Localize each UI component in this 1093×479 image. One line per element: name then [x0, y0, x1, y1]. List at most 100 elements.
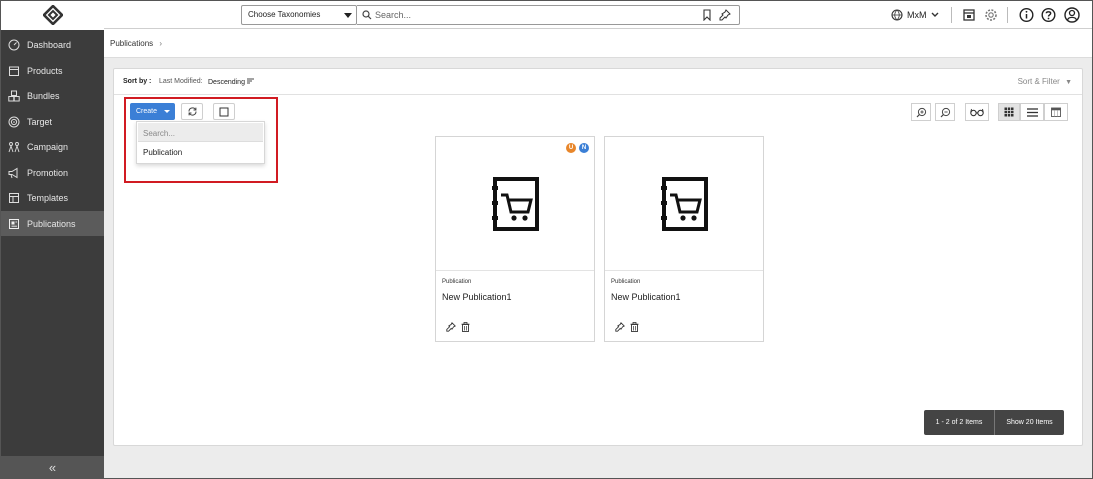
chevron-down-icon [344, 13, 352, 18]
globe-user-icon [891, 9, 903, 21]
logo-icon [43, 5, 63, 25]
templates-icon [9, 192, 19, 203]
pin-icon[interactable] [719, 9, 731, 21]
sidebar-item-label: Products [27, 65, 63, 76]
campaign-icon [8, 141, 20, 152]
sidebar-item-campaign[interactable]: Campaign [1, 134, 104, 159]
gear-icon[interactable] [984, 6, 998, 24]
sidebar-item-label: Dashboard [27, 39, 72, 50]
sort-filter-toggle[interactable]: Sort & Filter ▼ [1018, 77, 1072, 86]
sidebar-collapse-button[interactable]: « [1, 456, 104, 478]
sidebar-item-products[interactable]: Products [1, 58, 104, 83]
grid-icon [1004, 107, 1014, 117]
sidebar-item-bundles[interactable]: Bundles [1, 83, 104, 108]
taxonomy-select-value: Choose Taxonomies [248, 10, 321, 19]
card-type: Publication [442, 279, 472, 285]
taxonomy-select[interactable]: Choose Taxonomies [241, 5, 357, 25]
card-title[interactable]: New Publication1 [442, 292, 512, 302]
badge-u: U [566, 143, 576, 153]
sidebar-item-publications[interactable]: Publications [1, 211, 104, 236]
sidebar-item-templates[interactable]: Templates [1, 185, 104, 210]
refresh-icon [187, 107, 197, 116]
sort-field[interactable]: Last Modified: [159, 78, 203, 85]
calendar-view-button[interactable] [1044, 103, 1068, 121]
sort-label: Sort by : [123, 78, 152, 85]
sort-desc-icon [246, 78, 254, 84]
trash-icon[interactable] [630, 322, 639, 332]
logo[interactable] [1, 1, 104, 29]
publication-cart-icon [492, 177, 539, 231]
list-view-button[interactable] [1020, 103, 1044, 121]
sort-bar: Sort by : Last Modified: Descending Sort… [114, 69, 1082, 95]
card-title[interactable]: New Publication1 [611, 292, 681, 302]
sidebar-item-target[interactable]: Target [1, 109, 104, 134]
card-thumbnail: U N [436, 137, 594, 271]
pin-icon[interactable] [615, 322, 625, 332]
sort-filter-label: Sort & Filter [1017, 77, 1060, 86]
card-type: Publication [611, 279, 641, 285]
calendar-save-icon[interactable] [962, 6, 976, 24]
sidebar-item-label: Publications [27, 218, 76, 229]
menu-item-publication[interactable]: Publication [143, 148, 182, 157]
sort-order[interactable]: Descending [208, 78, 254, 86]
divider [951, 7, 952, 23]
breadcrumb-current[interactable]: Publications [110, 39, 153, 48]
account-icon[interactable] [1064, 6, 1080, 24]
card-actions [615, 322, 639, 332]
zoom-in-button[interactable] [911, 103, 931, 121]
products-icon [9, 66, 19, 76]
zoom-out-icon [940, 107, 950, 117]
pagination: 1 - 2 of 2 Items Show 20 Items [924, 410, 1064, 435]
trash-icon[interactable] [461, 322, 470, 332]
preview-button[interactable] [965, 103, 989, 121]
grid-view-button[interactable] [998, 103, 1020, 121]
double-chevron-left-icon: « [48, 459, 57, 475]
user-menu[interactable]: MxM [891, 7, 939, 23]
global-search [357, 5, 740, 25]
publication-card[interactable]: U N Publication New Publication1 [435, 136, 595, 342]
sidebar-item-label: Campaign [27, 141, 69, 152]
pagination-range: 1 - 2 of 2 Items [924, 410, 995, 435]
calendar-icon [1051, 107, 1061, 117]
bookmark-icon[interactable] [701, 9, 713, 21]
publication-card[interactable]: Publication New Publication1 [604, 136, 764, 342]
divider [1007, 7, 1008, 23]
checkbox-icon [219, 107, 229, 116]
create-dropdown: Publication [136, 121, 265, 164]
target-icon [8, 116, 20, 127]
badge-n: N [579, 143, 589, 153]
sort-order-label: Descending [208, 79, 245, 86]
pin-icon[interactable] [446, 322, 456, 332]
sidebar-item-label: Templates [27, 192, 69, 203]
breadcrumb: Publications › [104, 30, 1092, 58]
sidebar: Dashboard Products Bundles Target Campai… [1, 30, 104, 478]
sidebar-item-label: Bundles [27, 90, 60, 101]
user-name: MxM [907, 10, 927, 20]
chevron-down-icon [931, 12, 938, 17]
create-button[interactable]: Create [130, 103, 175, 120]
promotion-icon [8, 167, 18, 178]
info-icon[interactable] [1019, 6, 1034, 24]
help-icon[interactable] [1041, 6, 1056, 24]
card-thumbnail [605, 137, 763, 271]
page-size-button[interactable]: Show 20 Items [995, 419, 1064, 426]
top-bar: Choose Taxonomies MxM [1, 1, 1092, 29]
publications-icon [9, 218, 19, 229]
create-button-label: Create [136, 108, 158, 115]
publication-cart-icon [661, 177, 708, 231]
sidebar-item-promotion[interactable]: Promotion [1, 160, 104, 185]
zoom-out-button[interactable] [935, 103, 955, 121]
refresh-button[interactable] [181, 103, 203, 120]
sidebar-item-label: Target [27, 116, 53, 127]
caret-down-icon [164, 110, 170, 113]
create-search-input[interactable] [138, 125, 258, 142]
card-actions [446, 322, 470, 332]
bundles-icon [8, 90, 20, 101]
search-input[interactable] [375, 8, 695, 22]
sidebar-item-label: Promotion [27, 167, 69, 178]
select-all-button[interactable] [213, 103, 235, 120]
search-icon [362, 10, 372, 20]
create-dropdown-search [138, 123, 263, 142]
sidebar-item-dashboard[interactable]: Dashboard [1, 32, 104, 57]
content-panel: Sort by : Last Modified: Descending Sort… [113, 68, 1083, 446]
